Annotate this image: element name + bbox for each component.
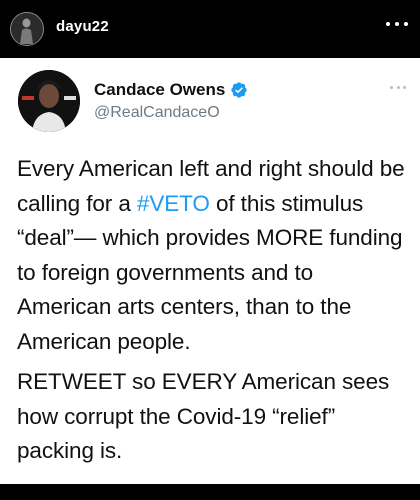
tweet-more-icon[interactable] — [390, 84, 406, 90]
tweet-text: Every American left and right should be … — [17, 152, 409, 469]
avatar-figure-icon — [11, 13, 42, 44]
post-username[interactable]: dayu22 — [56, 18, 109, 35]
tweet-name-row: Candace Owens — [94, 80, 248, 100]
more-options-icon[interactable] — [386, 14, 408, 34]
verified-badge-icon — [230, 81, 248, 99]
tweet-card: Candace Owens @RealCandaceO Every Americ… — [0, 58, 420, 484]
tweet-display-name[interactable]: Candace Owens — [94, 80, 225, 100]
instagram-post-screen: dayu22 Candace Owens @RealCandaceO Every… — [0, 0, 420, 500]
tweet-paragraph-2: RETWEET so EVERY American sees how corru… — [17, 369, 390, 463]
profile-avatar[interactable] — [10, 12, 44, 46]
tweet-paragraph-1: Every American left and right should be … — [17, 152, 409, 359]
post-header: dayu22 — [0, 0, 420, 58]
tweet-avatar — [18, 70, 80, 132]
tweet-handle[interactable]: @RealCandaceO — [94, 104, 220, 122]
bottom-bar — [0, 484, 420, 500]
person-portrait-icon — [18, 70, 80, 132]
hashtag-link[interactable]: #VETO — [137, 191, 210, 216]
